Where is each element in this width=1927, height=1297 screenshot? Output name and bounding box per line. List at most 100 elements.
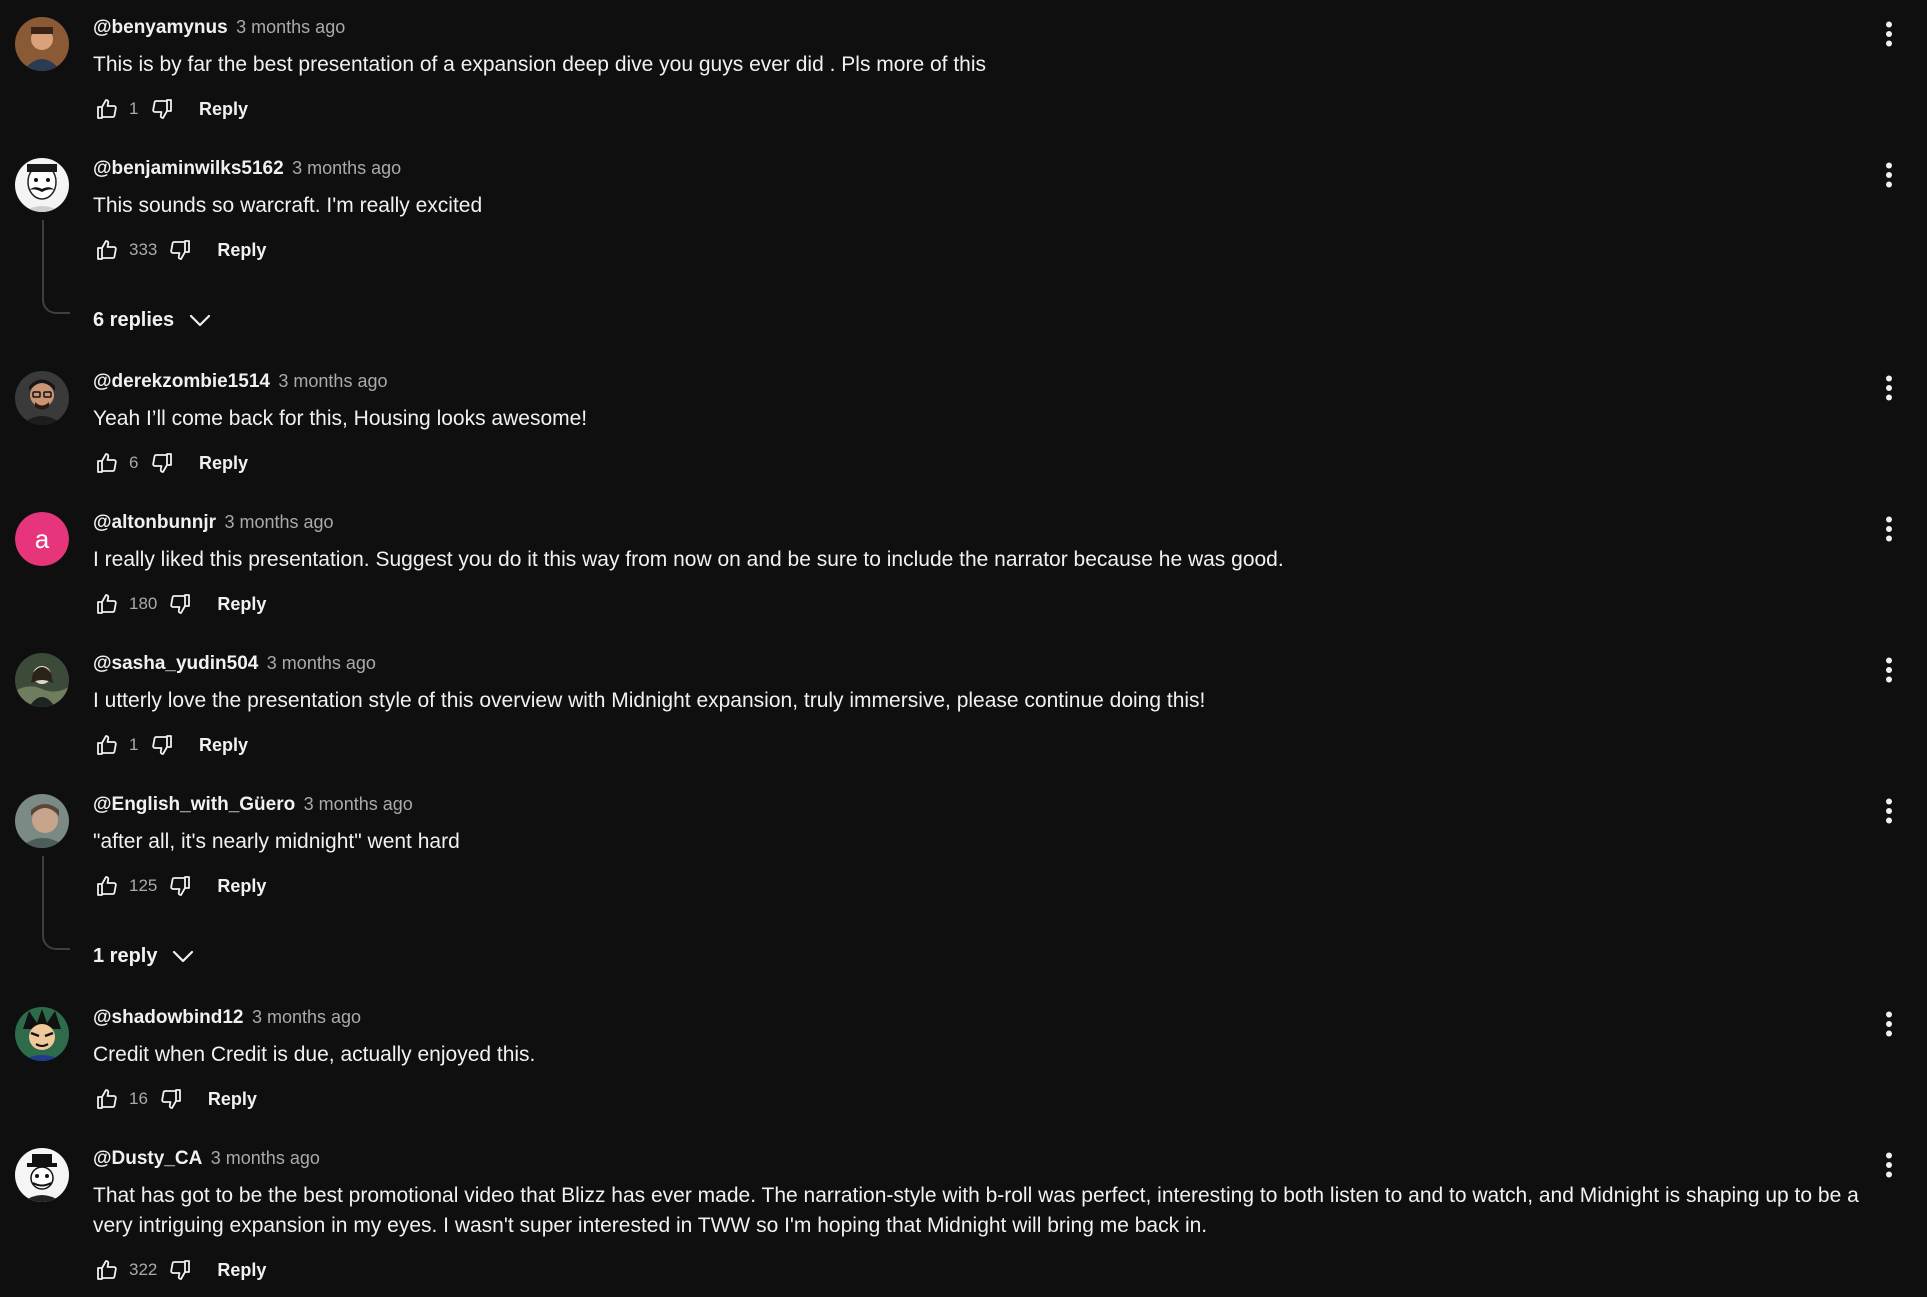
comment-header: @benyamynus 3 months ago bbox=[93, 17, 345, 47]
avatar[interactable] bbox=[15, 794, 69, 848]
comment-menu-button[interactable] bbox=[1874, 1148, 1904, 1182]
thumb-down-icon bbox=[152, 735, 172, 755]
reply-button[interactable]: Reply bbox=[199, 735, 248, 756]
like-button[interactable] bbox=[92, 235, 122, 265]
comment-author[interactable]: @derekzombie1514 bbox=[93, 371, 270, 392]
reply-button[interactable]: Reply bbox=[199, 99, 248, 120]
comment-author[interactable]: @English_with_Güero bbox=[93, 794, 295, 815]
like-count: 322 bbox=[129, 1260, 158, 1279]
more-vert-icon bbox=[1886, 516, 1892, 542]
more-vert-icon bbox=[1886, 162, 1892, 188]
reply-button[interactable]: Reply bbox=[199, 453, 248, 474]
view-replies-button[interactable]: 6 replies bbox=[93, 303, 212, 337]
comment-menu-button[interactable] bbox=[1874, 653, 1904, 687]
comment-text: This is by far the best presentation of … bbox=[93, 53, 986, 76]
thumb-up-icon bbox=[97, 240, 117, 260]
comment-actions: 322 Reply bbox=[92, 1254, 266, 1286]
comment-author[interactable]: @altonbunnjr bbox=[93, 512, 216, 533]
comment-actions: 6 Reply bbox=[92, 447, 248, 479]
like-button[interactable] bbox=[92, 871, 122, 901]
like-count: 1 bbox=[129, 735, 139, 754]
comment-timestamp[interactable]: 3 months ago bbox=[224, 512, 333, 532]
avatar[interactable] bbox=[15, 1148, 69, 1202]
comment-actions: 16 Reply bbox=[92, 1083, 257, 1115]
replies-count-label: 6 replies bbox=[93, 308, 175, 331]
thumb-up-icon bbox=[97, 594, 117, 614]
comment-timestamp[interactable]: 3 months ago bbox=[267, 653, 376, 673]
comment-timestamp[interactable]: 3 months ago bbox=[236, 17, 345, 37]
comment-timestamp[interactable]: 3 months ago bbox=[278, 371, 387, 391]
more-vert-icon bbox=[1886, 657, 1892, 683]
comment-text: That has got to be the best promotional … bbox=[93, 1184, 1859, 1237]
view-replies-button[interactable]: 1 reply bbox=[93, 939, 195, 973]
comment-author[interactable]: @benjaminwilks5162 bbox=[93, 158, 284, 179]
dislike-button[interactable] bbox=[156, 1084, 186, 1114]
comment-author[interactable]: @shadowbind12 bbox=[93, 1007, 244, 1028]
replies-count-label: 1 reply bbox=[93, 944, 158, 967]
comment-header: @sasha_yudin504 3 months ago bbox=[93, 653, 376, 683]
comment-timestamp[interactable]: 3 months ago bbox=[304, 794, 413, 814]
avatar[interactable] bbox=[15, 1007, 69, 1061]
comment-menu-button[interactable] bbox=[1874, 512, 1904, 546]
thumb-down-icon bbox=[170, 240, 191, 260]
reply-button[interactable]: Reply bbox=[217, 876, 266, 897]
chevron-down-icon bbox=[173, 950, 194, 963]
comment-menu-button[interactable] bbox=[1874, 17, 1904, 51]
dislike-button[interactable] bbox=[165, 589, 195, 619]
dislike-button[interactable] bbox=[165, 235, 195, 265]
thumb-up-icon bbox=[97, 99, 117, 119]
comment-author[interactable]: @sasha_yudin504 bbox=[93, 653, 258, 674]
comment-author[interactable]: @Dusty_CA bbox=[93, 1148, 202, 1169]
comment-text: Yeah I’ll come back for this, Housing lo… bbox=[93, 407, 588, 430]
comment-header: @derekzombie1514 3 months ago bbox=[93, 371, 387, 401]
thumb-down-icon bbox=[161, 1089, 181, 1109]
avatar[interactable]: a bbox=[15, 512, 69, 566]
dislike-button[interactable] bbox=[147, 94, 177, 124]
thread-connector bbox=[42, 856, 70, 950]
dislike-button[interactable] bbox=[147, 448, 177, 478]
comment-actions: 333 Reply bbox=[92, 234, 266, 266]
like-button[interactable] bbox=[92, 94, 122, 124]
like-count: 125 bbox=[129, 876, 158, 895]
thumb-down-icon bbox=[170, 876, 191, 896]
comment-text: "after all, it's nearly midnight" went h… bbox=[93, 830, 460, 853]
like-button[interactable] bbox=[92, 730, 122, 760]
reply-button[interactable]: Reply bbox=[217, 1260, 266, 1281]
more-vert-icon bbox=[1886, 798, 1892, 824]
like-button[interactable] bbox=[92, 1255, 122, 1285]
avatar[interactable] bbox=[15, 158, 69, 212]
comment-menu-button[interactable] bbox=[1874, 1007, 1904, 1041]
comment-timestamp[interactable]: 3 months ago bbox=[252, 1007, 361, 1027]
thumb-down-icon bbox=[152, 453, 172, 473]
comment-author[interactable]: @benyamynus bbox=[93, 17, 228, 38]
comment-actions: 1 Reply bbox=[92, 93, 248, 125]
dislike-button[interactable] bbox=[147, 730, 177, 760]
reply-button[interactable]: Reply bbox=[217, 594, 266, 615]
comment-menu-button[interactable] bbox=[1874, 371, 1904, 405]
chevron-down-icon bbox=[190, 314, 211, 327]
like-button[interactable] bbox=[92, 448, 122, 478]
comment-timestamp[interactable]: 3 months ago bbox=[211, 1148, 320, 1168]
dislike-button[interactable] bbox=[165, 871, 195, 901]
comment-menu-button[interactable] bbox=[1874, 158, 1904, 192]
comment-timestamp[interactable]: 3 months ago bbox=[292, 158, 401, 178]
avatar[interactable] bbox=[15, 653, 69, 707]
comment-header: @shadowbind12 3 months ago bbox=[93, 1007, 361, 1037]
comment-menu-button[interactable] bbox=[1874, 794, 1904, 828]
avatar[interactable] bbox=[15, 371, 69, 425]
like-button[interactable] bbox=[92, 1084, 122, 1114]
comment-text: I really liked this presentation. Sugges… bbox=[93, 548, 1284, 571]
reply-button[interactable]: Reply bbox=[217, 240, 266, 261]
avatar[interactable] bbox=[15, 17, 69, 71]
thumb-down-icon bbox=[170, 594, 191, 614]
like-button[interactable] bbox=[92, 589, 122, 619]
like-count: 333 bbox=[129, 240, 158, 259]
like-count: 1 bbox=[129, 99, 139, 118]
comment-header: @altonbunnjr 3 months ago bbox=[93, 512, 334, 542]
reply-button[interactable]: Reply bbox=[208, 1089, 257, 1110]
thumb-up-icon bbox=[97, 876, 117, 896]
thumb-up-icon bbox=[97, 1089, 117, 1109]
dislike-button[interactable] bbox=[165, 1255, 195, 1285]
comment-actions: 125 Reply bbox=[92, 870, 266, 902]
more-vert-icon bbox=[1886, 21, 1892, 47]
